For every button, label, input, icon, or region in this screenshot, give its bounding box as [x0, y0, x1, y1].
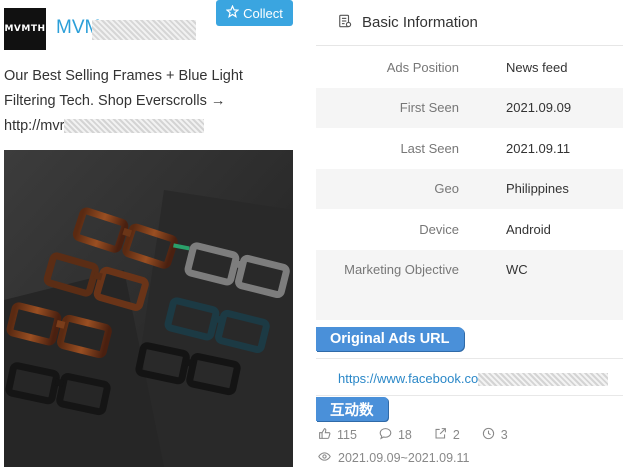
ad-copy-line-2: Filtering Tech. Shop Everscrolls → [4, 93, 226, 109]
ad-copy-line-1: Our Best Selling Frames + Blue Light [4, 68, 243, 84]
brand-logo[interactable]: MVMTH [4, 8, 46, 50]
divider [316, 358, 623, 359]
ad-copy-url[interactable]: http://mvr [4, 114, 205, 139]
date-range-text: 2021.09.09~2021.09.11 [338, 451, 470, 465]
original-ads-url-tag: Original Ads URL [316, 327, 464, 351]
info-value: Android [506, 221, 551, 237]
likes-count: 115 [337, 428, 357, 442]
interaction-count-tag: 互动数 [316, 397, 388, 421]
info-row-spacer [316, 290, 623, 320]
comment-icon [379, 427, 392, 443]
share-icon [434, 427, 447, 443]
ad-preview-column: MVMTH MVM Collect Our Best Selling Frame… [0, 0, 305, 467]
info-label: Ads Position [386, 59, 459, 75]
ad-url-prefix: http://mvr [4, 118, 65, 134]
ad-details-panel: Basic Information Ads Position News feed… [316, 0, 623, 467]
shares-stat: 2 [434, 427, 460, 443]
info-value: Philippines [506, 181, 569, 197]
basic-info-header: Basic Information [316, 0, 623, 46]
info-row-first-seen: First Seen 2021.09.09 [316, 87, 623, 128]
info-value: News feed [506, 59, 568, 75]
likes-stat: 115 [318, 427, 357, 443]
interaction-stats: 115 18 2 3 [318, 427, 530, 443]
info-row-geo: Geo Philippines [316, 168, 623, 209]
info-label: Device [419, 221, 459, 237]
document-icon [338, 14, 352, 32]
clock-icon [482, 427, 495, 443]
info-label: Marketing Objective [344, 262, 459, 278]
info-value: 2021.09.09 [506, 100, 572, 116]
thumbs-up-icon [318, 427, 331, 443]
info-row-marketing-objective: Marketing Objective WC [316, 249, 623, 290]
views-count: 3 [500, 428, 508, 442]
ad-creative-image[interactable] [4, 150, 293, 467]
basic-info-table: Ads Position News feed First Seen 2021.0… [316, 47, 623, 320]
info-row-ads-position: Ads Position News feed [316, 47, 623, 88]
views-stat: 3 [482, 427, 508, 443]
shares-count: 2 [452, 428, 460, 442]
comments-count: 18 [397, 428, 412, 442]
active-date-range: 2021.09.09~2021.09.11 [318, 450, 470, 466]
ads-url-prefix: https://www.facebook.co [338, 371, 479, 386]
redacted-url [64, 119, 205, 134]
info-value: 2021.09.11 [506, 140, 571, 156]
redacted-brand-name [92, 20, 196, 40]
redacted-url [478, 373, 609, 387]
info-value: WC [506, 262, 528, 278]
original-ads-url-link[interactable]: https://www.facebook.co [338, 371, 609, 387]
info-label: First Seen [399, 100, 459, 116]
basic-info-title: Basic Information [362, 14, 478, 31]
info-row-last-seen: Last Seen 2021.09.11 [316, 128, 623, 169]
info-label: Last Seen [400, 140, 459, 156]
info-label: Geo [434, 181, 459, 197]
comments-stat: 18 [379, 427, 412, 443]
collect-button[interactable]: Collect [216, 0, 293, 26]
ad-copy: Our Best Selling Frames + Blue Light Fil… [4, 64, 294, 139]
divider [316, 395, 623, 396]
star-outline-icon [225, 4, 240, 21]
info-row-device: Device Android [316, 209, 623, 250]
eye-icon [318, 450, 331, 466]
collect-button-label: Collect [243, 5, 283, 21]
